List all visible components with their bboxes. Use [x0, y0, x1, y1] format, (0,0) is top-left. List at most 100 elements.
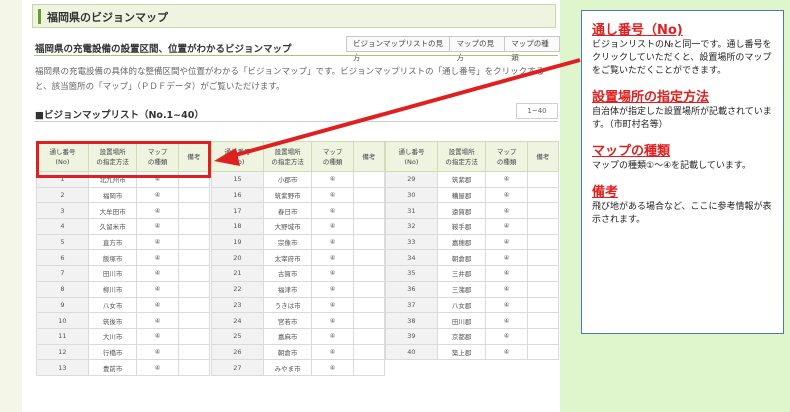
row-note — [177, 296, 211, 314]
tab-list-guide[interactable]: ビジョンマップリストの見方 — [346, 36, 451, 62]
range-selector[interactable]: 1~40 — [516, 103, 558, 119]
row-number-link[interactable]: 13 — [36, 359, 89, 376]
row-map-type: ④ — [136, 202, 179, 220]
row-place: 小郡市 — [262, 171, 313, 188]
row-note — [177, 202, 211, 220]
header-banner: 福岡県のビジョンマップ — [32, 4, 556, 28]
row-number-link[interactable]: 10 — [36, 312, 89, 329]
row-number-link[interactable]: 22 — [211, 280, 264, 298]
row-number-link[interactable]: 35 — [385, 265, 438, 282]
row-note — [352, 343, 386, 361]
table-row: 33 嘉穂郡 ④ — [385, 233, 560, 251]
row-number-link[interactable]: 19 — [211, 233, 264, 251]
row-number-link[interactable]: 18 — [211, 218, 264, 235]
row-number-link[interactable]: 33 — [385, 233, 438, 251]
left-background — [0, 0, 22, 412]
row-place: うきは市 — [262, 296, 313, 314]
callout-text-no: ビジョンリストの№と同一です。通し番号をクリックしていただくと、設置場所のマップ… — [592, 40, 772, 76]
row-number-link[interactable]: 2 — [36, 186, 89, 204]
row-place: みやま市 — [262, 359, 313, 376]
row-number-link[interactable]: 15 — [211, 171, 264, 188]
row-place: 直方市 — [87, 233, 138, 251]
row-place: 飯塚市 — [87, 249, 138, 267]
header-no: 通し番号 (No) — [211, 141, 264, 172]
table-row: 19 宗像市 ④ — [211, 233, 386, 251]
row-number-link[interactable]: 7 — [36, 265, 89, 282]
row-number-link[interactable]: 16 — [211, 186, 264, 204]
row-number-link[interactable]: 12 — [36, 343, 89, 361]
row-note — [352, 327, 386, 345]
table-row: 25 嘉麻市 ④ — [211, 327, 386, 345]
row-number-link[interactable]: 40 — [385, 343, 438, 361]
row-map-type: ④ — [136, 343, 179, 361]
row-map-type: ④ — [136, 249, 179, 267]
row-number-link[interactable]: 36 — [385, 280, 438, 298]
row-number-link[interactable]: 11 — [36, 327, 89, 345]
row-note — [526, 312, 560, 329]
table-row: 36 三潴郡 ④ — [385, 280, 560, 298]
row-place: 福津市 — [262, 280, 313, 298]
row-note — [177, 233, 211, 251]
row-number-link[interactable]: 29 — [385, 171, 438, 188]
table-header-row: 通し番号 (No) 設置場所 の指定方法 マップ の種類 備考 — [385, 141, 560, 172]
row-number-link[interactable]: 9 — [36, 296, 89, 314]
header-note: 備考 — [526, 141, 560, 172]
row-number-link[interactable]: 37 — [385, 296, 438, 314]
row-number-link[interactable]: 31 — [385, 202, 438, 220]
row-number-link[interactable]: 5 — [36, 233, 89, 251]
row-number-link[interactable]: 39 — [385, 327, 438, 345]
row-number-link[interactable]: 3 — [36, 202, 89, 220]
row-map-type: ④ — [485, 171, 528, 188]
row-note — [526, 327, 560, 345]
row-number-link[interactable]: 8 — [36, 280, 89, 298]
tab-map-guide[interactable]: マップの見方 — [450, 36, 506, 62]
row-number-link[interactable]: 38 — [385, 312, 438, 329]
row-place: 久留米市 — [87, 218, 138, 235]
row-place: 太宰府市 — [262, 249, 313, 267]
row-place: 古賀市 — [262, 265, 313, 282]
row-number-link[interactable]: 32 — [385, 218, 438, 235]
row-map-type: ④ — [311, 265, 354, 282]
section-divider — [34, 55, 558, 56]
row-map-type: ④ — [485, 218, 528, 235]
row-note — [526, 218, 560, 235]
row-note — [352, 359, 386, 376]
row-number-link[interactable]: 26 — [211, 343, 264, 361]
row-number-link[interactable]: 20 — [211, 249, 264, 267]
row-number-link[interactable]: 27 — [211, 359, 264, 376]
row-number-link[interactable]: 17 — [211, 202, 264, 220]
row-note — [177, 249, 211, 267]
row-number-link[interactable]: 23 — [211, 296, 264, 314]
row-number-link[interactable]: 4 — [36, 218, 89, 235]
row-note — [177, 218, 211, 235]
table-row: 6 飯塚市 ④ — [36, 249, 211, 267]
header-accent-bar — [38, 9, 41, 24]
table-row: 9 八女市 ④ — [36, 296, 211, 314]
row-note — [526, 343, 560, 361]
list-divider — [34, 121, 558, 122]
table-row: 5 直方市 ④ — [36, 233, 211, 251]
row-number-link[interactable]: 6 — [36, 249, 89, 267]
row-map-type: ④ — [311, 233, 354, 251]
tab-map-types[interactable]: マップの種類 — [505, 36, 561, 62]
table-row: 35 三井郡 ④ — [385, 265, 560, 282]
row-number-link[interactable]: 34 — [385, 249, 438, 267]
section-title: 福岡県の充電設備の設置区間、位置がわかるビジョンマップ — [35, 44, 292, 55]
row-map-type: ④ — [485, 265, 528, 282]
table-row: 27 みやま市 ④ — [211, 359, 386, 376]
table-row: 24 宮若市 ④ — [211, 312, 386, 329]
row-place: 嘉麻市 — [262, 327, 313, 345]
callout-text-type: マップの種類①～④を記載しています。 — [592, 161, 751, 171]
callout-title-note: 備考 — [592, 185, 619, 200]
row-number-link[interactable]: 24 — [211, 312, 264, 329]
row-place: 宮若市 — [262, 312, 313, 329]
row-place: 三井郡 — [436, 265, 487, 282]
row-place: 田川郡 — [436, 312, 487, 329]
row-map-type: ④ — [485, 202, 528, 220]
header-place: 設置場所 の指定方法 — [436, 141, 487, 172]
row-number-link[interactable]: 30 — [385, 186, 438, 204]
row-place: 築上郡 — [436, 343, 487, 361]
row-number-link[interactable]: 21 — [211, 265, 264, 282]
row-place: 大野城市 — [262, 218, 313, 235]
row-number-link[interactable]: 25 — [211, 327, 264, 345]
